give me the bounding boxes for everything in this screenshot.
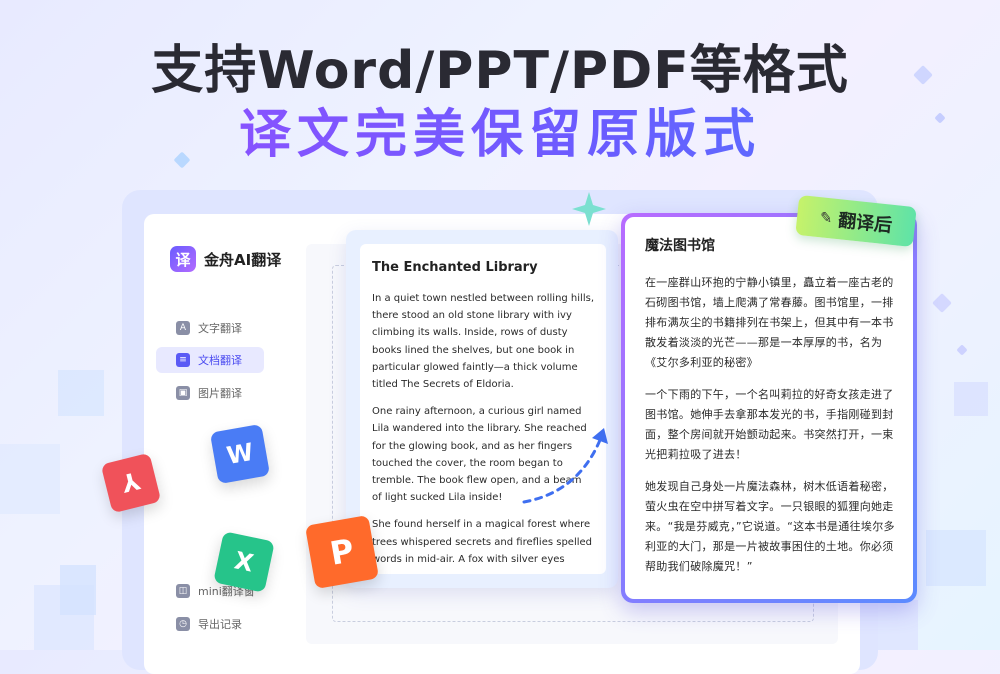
sidebar-item-label: 导出记录 <box>198 618 242 631</box>
sidebar-item-text-translate[interactable]: A 文字翻译 <box>156 315 264 341</box>
app-logo: 译 金舟AI翻译 <box>170 246 281 272</box>
deco-square <box>878 600 918 650</box>
badge-label: 翻译后 <box>837 210 894 237</box>
headline-secondary: 译文完美保留原版式 <box>0 92 1000 167</box>
deco-diamond <box>956 344 968 356</box>
translated-document: 魔法图书馆 在一座群山环抱的宁静小镇里，矗立着一座古老的石砌图书馆，墙上爬满了常… <box>625 217 913 599</box>
translate-logo-icon: 译 <box>170 246 196 272</box>
sparkle-icon <box>572 192 606 226</box>
magic-wand-icon: ✎ <box>818 208 834 228</box>
text-translate-icon: A <box>176 321 190 335</box>
clock-icon: ◷ <box>176 617 190 631</box>
translated-paragraph: 在一座群山环抱的宁静小镇里，矗立着一座古老的石砌图书馆，墙上爬满了常春藤。图书馆… <box>645 276 894 369</box>
dashed-arrow-icon <box>522 428 608 504</box>
deco-square <box>954 382 988 416</box>
original-paragraph: In a quiet town nestled between rolling … <box>372 293 594 391</box>
sidebar-item-doc-translate[interactable]: ≡ 文档翻译 <box>156 347 264 373</box>
deco-square <box>926 530 986 586</box>
translated-paragraph: 她发现自己身处一片魔法森林，树木低语着秘密，萤火虫在空中拼写着文字。一只银眼的狐… <box>645 480 895 573</box>
translated-doc-title: 魔法图书馆 <box>645 238 715 254</box>
mini-window-icon: ◫ <box>176 584 190 598</box>
word-file-icon: W <box>209 423 271 485</box>
deco-square <box>0 444 60 514</box>
translated-doc-body: 在一座群山环抱的宁静小镇里，矗立着一座古老的石砌图书馆，墙上爬满了常春藤。图书馆… <box>645 273 897 589</box>
sidebar-item-export-history[interactable]: ◷ 导出记录 <box>156 611 264 637</box>
sidebar-item-label: 图片翻译 <box>198 387 242 400</box>
sidebar-item-label: 文档翻译 <box>198 354 242 367</box>
translated-paragraph: 一个下雨的下午，一个名叫莉拉的好奇女孩走进了图书馆。她伸手去拿那本发光的书，手指… <box>645 388 894 461</box>
document-icon: ≡ <box>176 353 190 367</box>
deco-square <box>58 370 104 416</box>
image-icon: ▣ <box>176 386 190 400</box>
excel-file-icon: X <box>213 531 275 593</box>
sidebar-item-image-translate[interactable]: ▣ 图片翻译 <box>156 380 264 406</box>
original-paragraph: She found herself in a magical forest wh… <box>372 519 593 565</box>
deco-diamond <box>932 293 952 313</box>
original-document: The Enchanted Library In a quiet town ne… <box>360 244 606 574</box>
original-doc-title: The Enchanted Library <box>372 260 538 275</box>
deco-square <box>34 585 94 650</box>
ppt-file-icon: P <box>304 514 380 590</box>
sidebar-item-label: 文字翻译 <box>198 322 242 335</box>
app-name: 金舟AI翻译 <box>204 250 282 269</box>
